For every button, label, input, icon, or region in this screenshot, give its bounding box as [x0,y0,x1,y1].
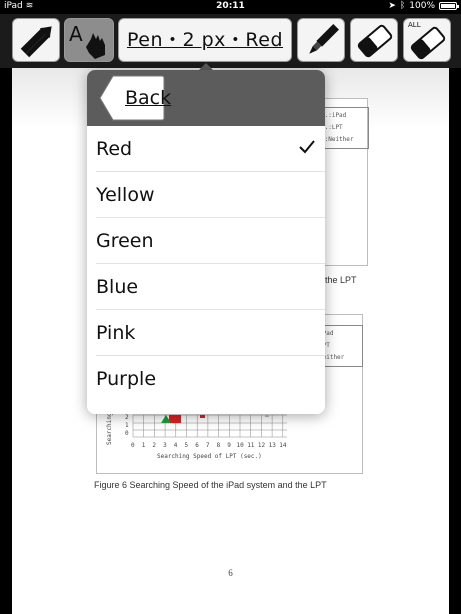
color-option-pink[interactable]: Pink [96,310,325,356]
color-label: Blue [96,276,139,298]
color-option-blue[interactable]: Blue [96,264,325,310]
color-list: Red Yellow Green Blue Pink Purple [87,126,325,402]
svg-text:A: A [69,22,83,46]
checkmark-icon [299,140,315,154]
x-tick: 0 [131,442,135,449]
color-option-purple[interactable]: Purple [96,356,325,402]
x-tick: 3 [163,442,167,449]
pencil-icon [20,26,52,58]
x-tick: 13 [269,442,277,449]
color-option-green[interactable]: Green [96,218,325,264]
marker-icon [309,24,339,54]
color-label: Purple [96,368,157,390]
color-label: Red [96,138,133,160]
marker-tool-button[interactable] [297,18,345,62]
status-right: ➤ ᛒ 100% [388,1,459,11]
color-label: Pink [96,322,136,344]
figure-2-caption: Figure 6 Searching Speed of the iPad sys… [94,480,327,490]
battery-percent: 100% [409,1,435,11]
color-label: Green [96,230,154,252]
status-bar: iPad ≋ 20:11 ➤ ᛒ 100% [0,0,461,14]
x-tick: 8 [217,442,221,449]
figure-1-caption: the LPT [325,275,357,285]
x-tick: 12 [258,442,266,449]
erase-all-button[interactable]: ALL [403,18,451,62]
text-hand-icon: A [69,22,105,59]
location-icon: ➤ [388,1,396,11]
pencil-tool-button[interactable] [12,18,60,62]
y-tick: 1 [125,422,129,429]
back-button[interactable]: Back [99,75,171,121]
x-tick: 7 [206,442,210,449]
x-axis-label: Searching Speed of LPT (sec.) [157,453,262,460]
x-tick: 4 [174,442,178,449]
x-tick: 1 [142,442,146,449]
popover-header: Back [87,70,325,126]
legend-item: f.:LPT [321,124,343,131]
text-tool-button[interactable]: A [64,18,114,62]
x-tick: 5 [185,442,189,449]
legend-item: f.:iPad [321,112,347,119]
eraser-tool-button[interactable] [350,18,398,62]
y-tick: 0 [125,430,129,437]
color-option-yellow[interactable]: Yellow [96,172,325,218]
pen-settings-button[interactable]: Pen・2 px・Red [118,18,292,62]
data-point-red [169,415,181,423]
battery-icon [439,2,459,10]
x-tick: 10 [237,442,245,449]
bluetooth-icon: ᛒ [399,1,406,11]
legend-item: f:Neither [321,136,354,143]
x-tick: 9 [227,442,231,449]
page-number: 6 [228,568,233,578]
x-tick: 2 [152,442,156,449]
data-point-gray [265,415,269,417]
toolbar: A Pen・2 px・Red ALL [0,14,461,68]
x-tick: 14 [279,442,287,449]
data-point-red [200,415,205,418]
color-popover: Back Red Yellow Green Blue Pink Purple [87,70,325,414]
y-axis-label: Searching [106,412,113,445]
x-tick: 6 [195,442,199,449]
color-option-red[interactable]: Red [96,126,325,172]
x-tick: 11 [247,442,255,449]
color-label: Yellow [96,184,155,206]
back-label: Back [125,87,172,109]
y-tick: 2 [125,414,129,421]
eraser-icon [357,24,393,58]
eraser-all-icon [410,26,446,60]
